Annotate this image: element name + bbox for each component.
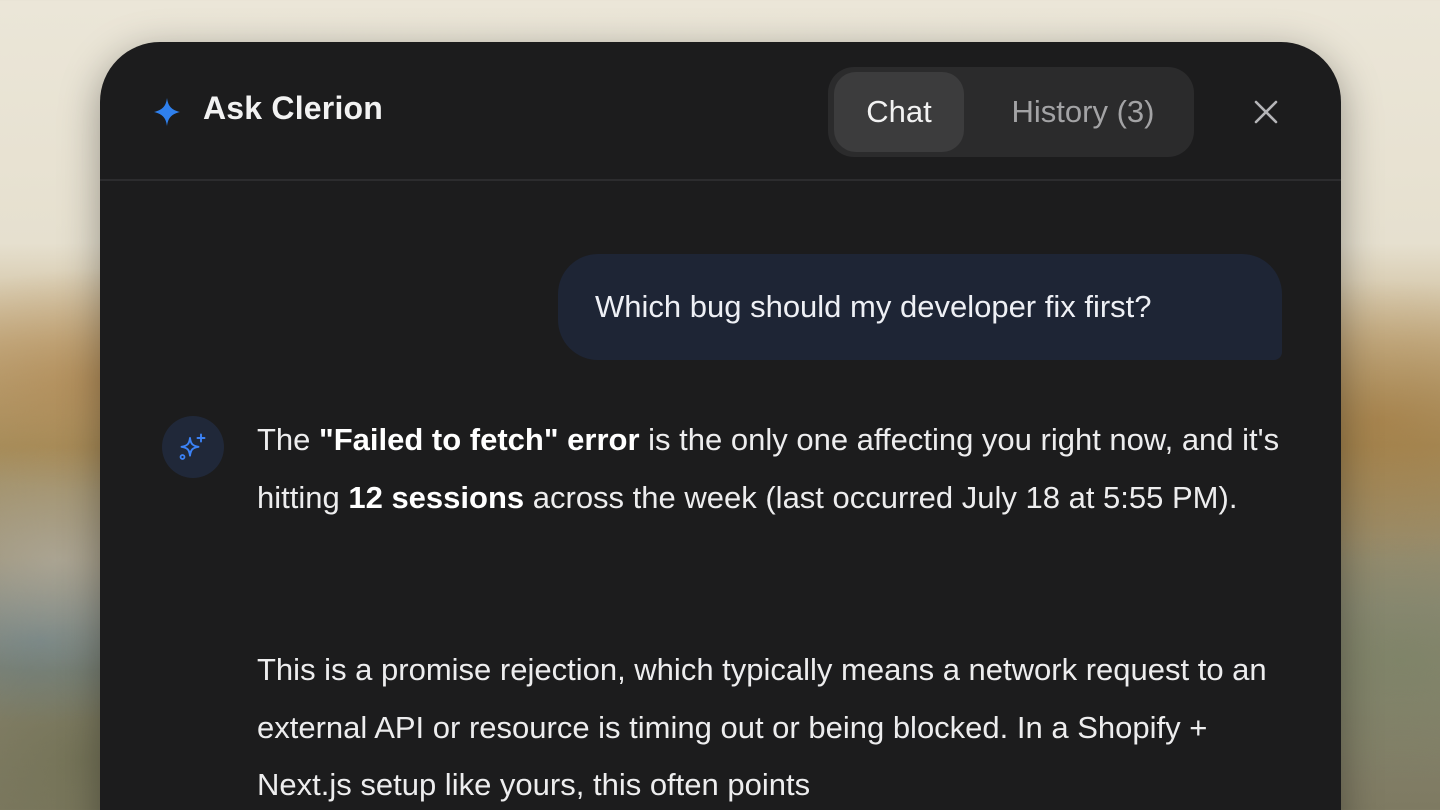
tab-chat[interactable]: Chat (834, 72, 964, 152)
highlight-error-name: "Failed to fetch" error (319, 422, 640, 457)
sparkles-icon (179, 433, 206, 460)
assistant-message-paragraph: This is a promise rejection, which typic… (257, 652, 1267, 802)
close-icon[interactable] (1252, 98, 1280, 126)
panel-title: Ask Clerion (203, 90, 384, 126)
tab-switcher: Chat History (3) (828, 67, 1194, 157)
assistant-message-paragraph: The "Failed to fetch" error is the only … (257, 422, 1280, 515)
sparkle-icon (154, 98, 180, 126)
highlight-session-count: 12 sessions (348, 479, 525, 515)
assistant-avatar (162, 416, 224, 478)
panel-header: Ask Clerion Chat History (3) (100, 42, 1341, 181)
ask-clerion-panel: Ask Clerion Chat History (3) Which bug s… (100, 42, 1341, 810)
tab-history[interactable]: History (3) (978, 72, 1188, 152)
user-message: Which bug should my developer fix first? (558, 254, 1282, 360)
